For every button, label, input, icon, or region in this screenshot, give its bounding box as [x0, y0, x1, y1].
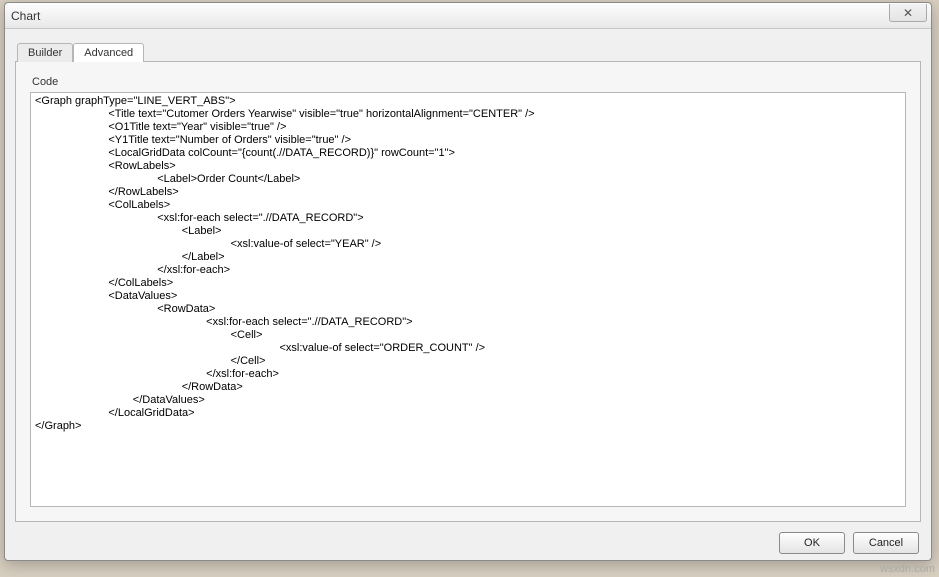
cancel-button[interactable]: Cancel	[853, 532, 919, 554]
close-icon: ✕	[903, 6, 913, 20]
tab-label: Advanced	[84, 47, 133, 59]
tabs-row: Builder Advanced	[17, 39, 921, 61]
code-label: Code	[32, 76, 906, 88]
ok-button[interactable]: OK	[779, 532, 845, 554]
tab-panel-advanced: Code	[15, 61, 921, 522]
close-button[interactable]: ✕	[889, 4, 927, 22]
titlebar[interactable]: Chart ✕	[5, 3, 931, 29]
watermark: wsxdn.com	[880, 563, 935, 575]
tab-label: Builder	[28, 47, 62, 59]
dialog-title: Chart	[11, 9, 40, 23]
client-area: Builder Advanced Code OK Cancel	[5, 29, 931, 560]
code-textarea[interactable]	[31, 93, 905, 506]
code-area-wrap	[30, 92, 906, 507]
tab-advanced[interactable]: Advanced	[73, 43, 144, 62]
button-row: OK Cancel	[15, 522, 921, 556]
chart-dialog: Chart ✕ Builder Advanced Code OK Cancel	[4, 2, 932, 561]
tab-builder[interactable]: Builder	[17, 43, 73, 62]
